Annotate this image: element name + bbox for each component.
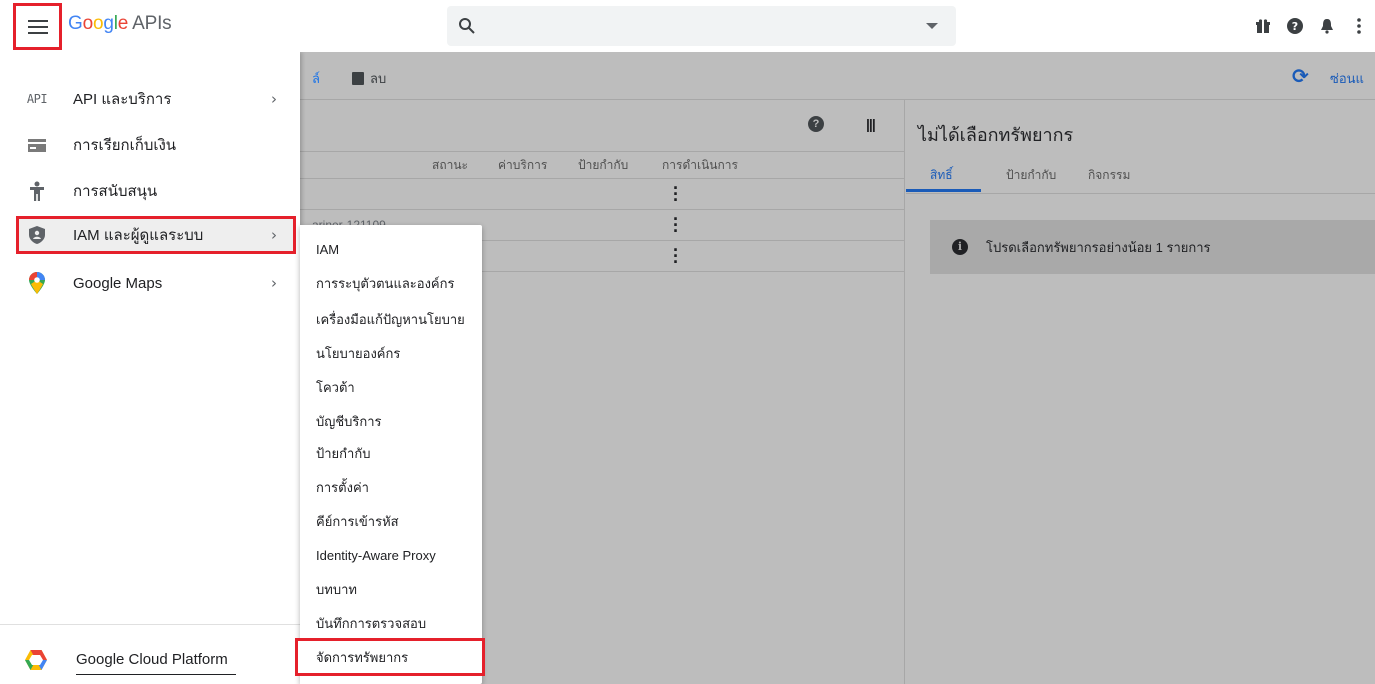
nav-item-support[interactable]: การสนับสนุน xyxy=(0,172,300,210)
delete-label: ลบ xyxy=(370,71,387,86)
no-selection-notice: i โปรดเลือกทรัพยากรอย่างน้อย 1 รายการ xyxy=(930,220,1375,274)
billing-icon xyxy=(25,133,49,157)
iam-admin-submenu: IAM การระบุตัวตนและองค์กร เครื่องมือแก้ป… xyxy=(295,225,485,684)
header-actions: ? xyxy=(1247,14,1375,38)
row-actions-icon[interactable]: · · · xyxy=(673,210,679,240)
nav-item-label: การเรียกเก็บเงิน xyxy=(73,137,177,154)
search-dropdown-icon[interactable] xyxy=(926,23,938,29)
nav-item-label: การสนับสนุน xyxy=(73,183,158,200)
trash-icon xyxy=(352,72,364,85)
tab-labels[interactable]: ป้ายกำกับ xyxy=(1006,166,1056,185)
logo-google-text: Google xyxy=(68,13,129,34)
shield-icon xyxy=(25,223,49,247)
more-vert-icon[interactable] xyxy=(1343,14,1375,38)
column-header-actions: การดำเนินการ xyxy=(662,158,738,172)
tab-activity[interactable]: กิจกรรม xyxy=(1088,166,1130,185)
nav-item-iam-admin[interactable]: IAM และผู้ดูแลระบบ › xyxy=(16,216,296,254)
gift-icon[interactable] xyxy=(1247,14,1279,38)
info-icon: i xyxy=(952,239,968,255)
row-actions-icon[interactable]: · · · xyxy=(673,179,679,209)
logo-apis-text: APIs xyxy=(132,13,172,34)
chevron-right-icon: › xyxy=(271,226,277,244)
search-icon xyxy=(459,18,475,34)
info-panel-title: ไม่ได้เลือกทรัพยากร xyxy=(918,125,1074,145)
submenu-item-policy-troubleshooter[interactable]: เครื่องมือแก้ปัญหานโยบาย xyxy=(300,303,482,335)
svg-text:?: ? xyxy=(1292,20,1298,33)
navigation-drawer: API API และบริการ › การเรียกเก็บเงิน การ… xyxy=(0,52,300,684)
google-cloud-logo-icon xyxy=(25,650,47,670)
column-header-labels[interactable]: ป้ายกำกับ xyxy=(578,156,628,178)
submenu-item-roles[interactable]: บทบาท xyxy=(300,573,482,605)
row-actions-icon[interactable]: · · · xyxy=(673,241,679,271)
hamburger-icon xyxy=(27,19,48,34)
top-app-bar: Google APIs ? xyxy=(0,0,1375,52)
drawer-footer: Google Cloud Platform xyxy=(0,624,300,684)
help-icon[interactable]: ? xyxy=(1279,14,1311,38)
chevron-right-icon: › xyxy=(271,90,277,108)
api-icon: API xyxy=(26,92,48,106)
bell-icon[interactable] xyxy=(1311,14,1343,38)
tab-permissions[interactable]: สิทธิ์ xyxy=(930,166,953,185)
nav-item-label: API และบริการ xyxy=(73,91,172,108)
column-display-icon[interactable]: ||| xyxy=(866,116,876,132)
submenu-item-quotas[interactable]: โควต้า xyxy=(300,371,482,403)
submenu-item-encryption-keys[interactable]: คีย์การเข้ารหัส xyxy=(300,505,482,537)
maps-pin-icon xyxy=(25,271,49,295)
search-bar[interactable] xyxy=(447,6,956,46)
column-header-charges[interactable]: ค่าบริการ xyxy=(498,156,547,178)
submenu-item-identity-aware-proxy[interactable]: Identity-Aware Proxy xyxy=(300,539,482,571)
main-menu-button[interactable] xyxy=(13,3,62,50)
delete-button[interactable]: ลบ xyxy=(352,68,386,89)
platform-label[interactable]: Google Cloud Platform xyxy=(76,651,236,675)
submenu-item-identity-organization[interactable]: การระบุตัวตนและองค์กร xyxy=(300,267,482,299)
notice-message: โปรดเลือกทรัพยากรอย่างน้อย 1 รายการ xyxy=(986,239,1211,255)
search-input[interactable] xyxy=(477,7,926,45)
google-apis-logo[interactable]: Google APIs xyxy=(68,13,172,35)
toolbar-partial-action[interactable]: ล์ xyxy=(312,68,320,89)
submenu-item-labels[interactable]: ป้ายกำกับ xyxy=(300,437,482,469)
refresh-icon[interactable]: ⟳ xyxy=(1292,64,1309,89)
nav-item-label: IAM และผู้ดูแลระบบ xyxy=(73,227,204,244)
nav-item-label: Google Maps xyxy=(73,274,163,292)
info-panel-tabs: สิทธิ์ ป้ายกำกับ กิจกรรม xyxy=(906,152,1375,194)
nav-item-api-services[interactable]: API API และบริการ › xyxy=(0,80,300,118)
submenu-item-settings[interactable]: การตั้งค่า xyxy=(300,471,482,503)
hide-panel-button[interactable]: ซ่อนแ xyxy=(1330,68,1364,89)
submenu-item-audit-logs[interactable]: บันทึกการตรวจสอบ xyxy=(300,607,482,639)
active-tab-indicator xyxy=(906,189,981,192)
nav-item-google-maps[interactable]: Google Maps › xyxy=(0,264,300,302)
submenu-item-service-accounts[interactable]: บัญชีบริการ xyxy=(300,405,482,437)
info-panel: ไม่ได้เลือกทรัพยากร สิทธิ์ ป้ายกำกับ กิจ… xyxy=(906,100,1375,684)
chevron-right-icon: › xyxy=(271,274,277,292)
nav-item-billing[interactable]: การเรียกเก็บเงิน xyxy=(0,126,300,164)
column-header-status[interactable]: สถานะ xyxy=(432,156,468,178)
support-icon xyxy=(25,179,49,203)
help-icon[interactable]: ? xyxy=(808,116,824,132)
submenu-item-manage-resources[interactable]: จัดการทรัพยากร xyxy=(295,638,485,676)
submenu-item-iam[interactable]: IAM xyxy=(300,233,482,265)
submenu-item-organization-policies[interactable]: นโยบายองค์กร xyxy=(300,337,482,369)
